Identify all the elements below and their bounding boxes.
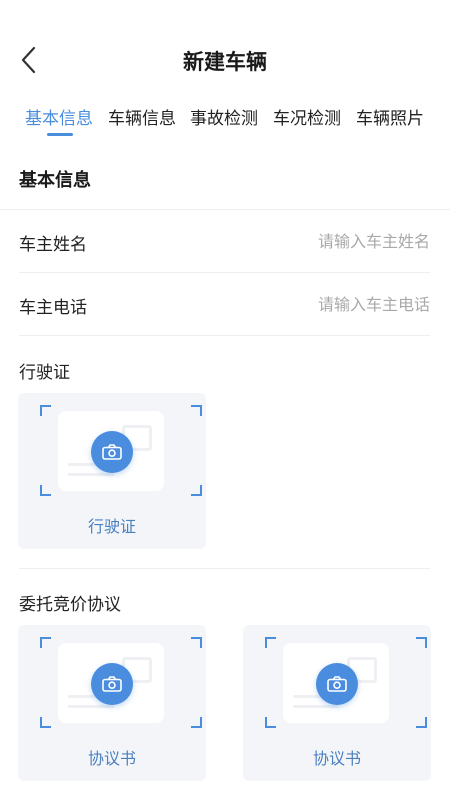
tab-vehicle-info[interactable]: 车辆信息 [108, 104, 176, 129]
owner-phone-row: 车主电话 [0, 273, 450, 335]
scan-corner-icon [40, 405, 51, 416]
owner-name-label: 车主姓名 [19, 235, 87, 255]
scan-corner-icon [191, 405, 202, 416]
driving-license-upload[interactable]: 行驶证 [18, 393, 206, 549]
scan-corner-icon [191, 637, 202, 648]
agreement-caption: 协议书 [87, 749, 136, 768]
driving-license-label: 行驶证 [19, 363, 70, 383]
tab-bar: 基本信息 车辆信息 事故检测 车况检测 车辆照片 [0, 100, 450, 140]
agreement-upload-2[interactable]: 协议书 [243, 625, 431, 781]
agreement-caption: 协议书 [312, 749, 361, 768]
divider [19, 568, 430, 569]
section-title: 基本信息 [19, 170, 91, 191]
camera-icon [102, 444, 122, 460]
owner-phone-label: 车主电话 [19, 298, 87, 318]
owner-name-row: 车主姓名 [0, 210, 450, 272]
driving-license-caption: 行驶证 [87, 517, 136, 536]
owner-name-input[interactable] [200, 226, 430, 256]
tab-condition-inspection[interactable]: 车况检测 [273, 104, 341, 129]
scan-corner-icon [191, 717, 202, 728]
agreement-label: 委托竞价协议 [19, 595, 121, 615]
camera-button[interactable] [91, 431, 133, 473]
header: 新建车辆 [0, 0, 450, 100]
camera-button[interactable] [316, 663, 358, 705]
scan-corner-icon [40, 637, 51, 648]
scan-corner-icon [416, 717, 427, 728]
active-tab-indicator [47, 133, 73, 136]
agreement-upload-1[interactable]: 协议书 [18, 625, 206, 781]
tab-accident-inspection[interactable]: 事故检测 [190, 104, 258, 129]
camera-icon [327, 676, 347, 692]
tab-vehicle-photos[interactable]: 车辆照片 [356, 104, 424, 129]
divider [19, 335, 430, 336]
tab-basic-info[interactable]: 基本信息 [25, 104, 93, 129]
scan-corner-icon [40, 717, 51, 728]
camera-button[interactable] [91, 663, 133, 705]
scan-corner-icon [416, 637, 427, 648]
scan-corner-icon [191, 485, 202, 496]
scan-corner-icon [40, 485, 51, 496]
page-title: 新建车辆 [183, 50, 267, 74]
camera-icon [102, 676, 122, 692]
scan-corner-icon [265, 717, 276, 728]
owner-phone-input[interactable] [200, 289, 430, 319]
scan-corner-icon [265, 637, 276, 648]
